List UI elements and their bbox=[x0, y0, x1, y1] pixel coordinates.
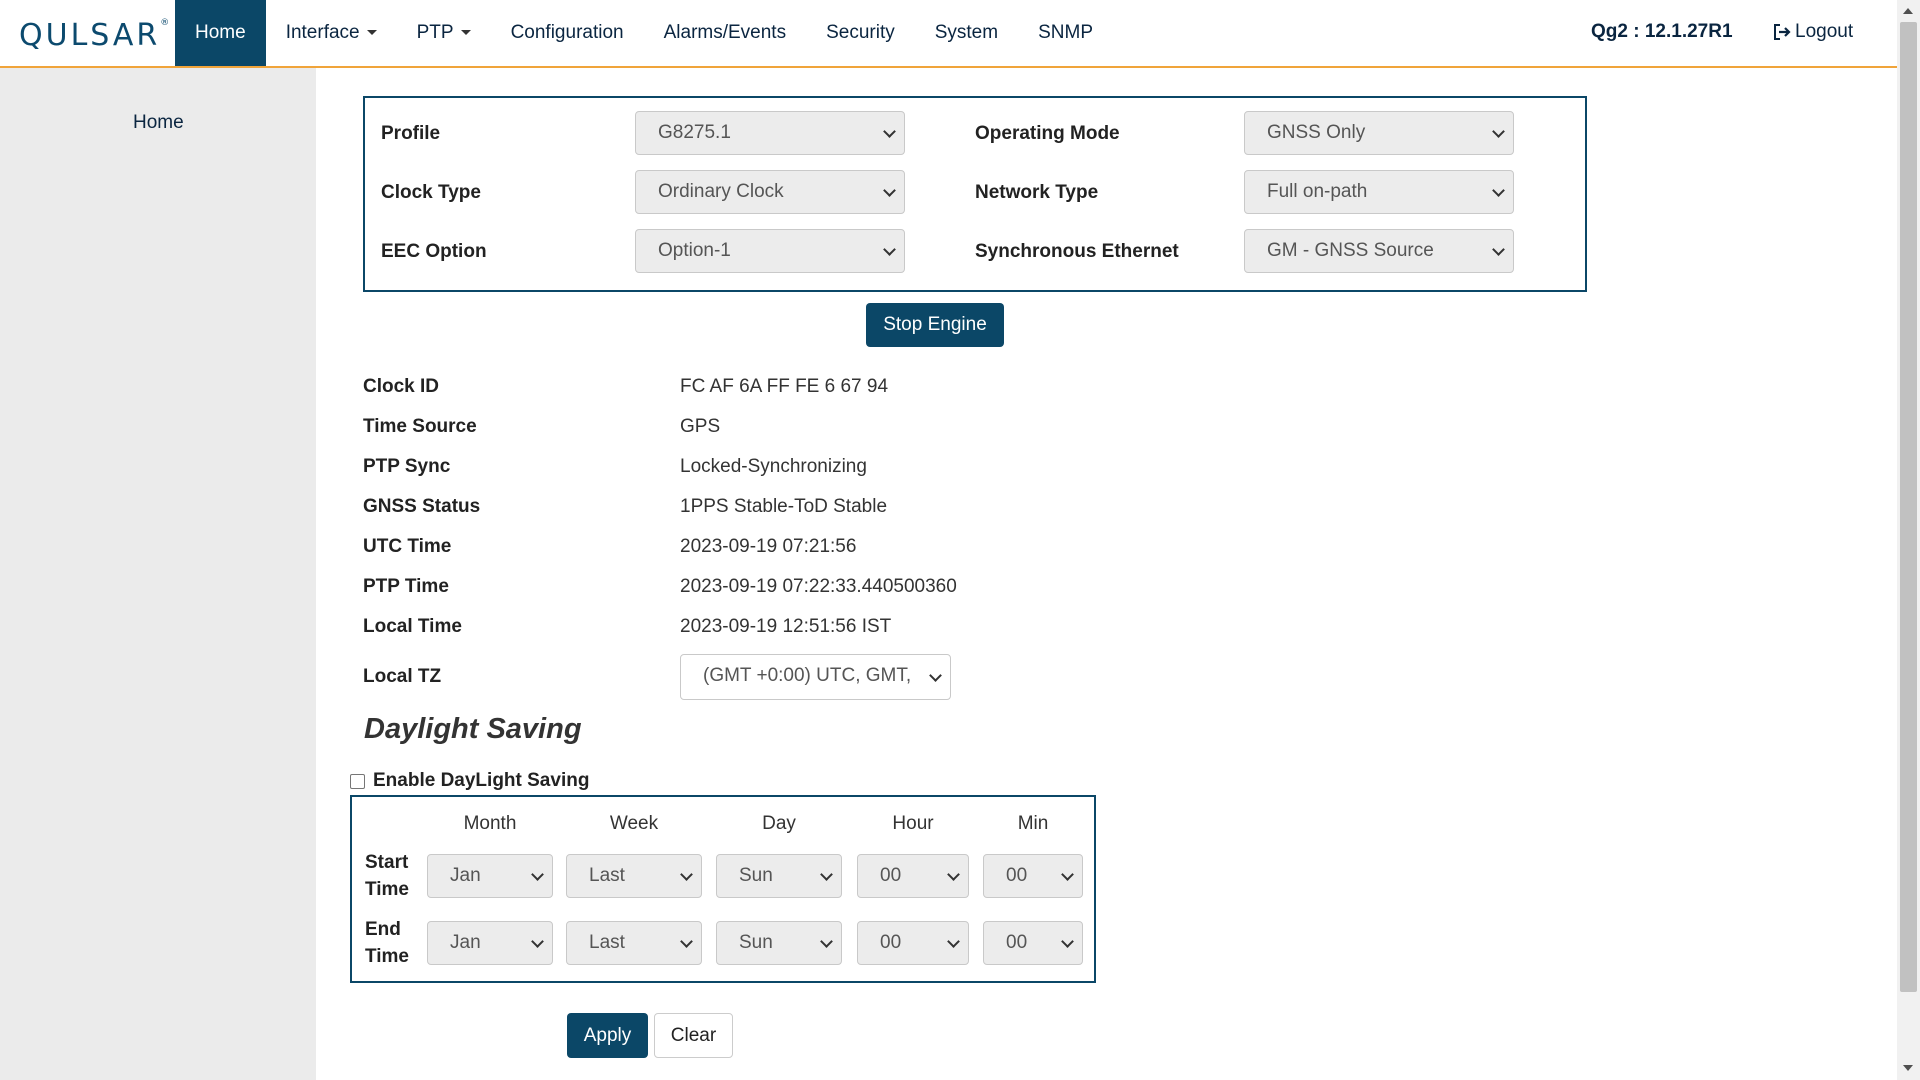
column-header-min: Min bbox=[1017, 813, 1049, 834]
chevron-down-icon bbox=[947, 935, 960, 948]
eec-option-select[interactable]: Option-1 bbox=[635, 229, 905, 273]
scroll-up-arrow-icon[interactable] bbox=[1903, 8, 1913, 14]
profile-select[interactable]: G8275.1 bbox=[635, 111, 905, 155]
nav-ptp[interactable]: PTP bbox=[397, 0, 491, 66]
end-week-select[interactable]: Last bbox=[566, 921, 702, 965]
end-min-select[interactable]: 00 bbox=[983, 921, 1083, 965]
enable-daylight-saving-label: Enable DayLight Saving bbox=[373, 770, 590, 791]
nav-home[interactable]: Home bbox=[175, 0, 266, 66]
chevron-down-icon bbox=[947, 868, 960, 881]
start-month-select[interactable]: Jan bbox=[427, 854, 553, 898]
daylight-saving-title: Daylight Saving bbox=[364, 713, 582, 745]
column-header-hour: Hour bbox=[892, 813, 934, 834]
start-week-select[interactable]: Last bbox=[566, 854, 702, 898]
qulsar-logo[interactable]: QULSAR® bbox=[19, 18, 169, 53]
logout-icon bbox=[1774, 24, 1791, 40]
nav-snmp[interactable]: SNMP bbox=[1018, 0, 1113, 66]
sidebar: Home bbox=[0, 68, 316, 1080]
enable-daylight-saving-checkbox[interactable] bbox=[350, 773, 365, 789]
chevron-down-icon bbox=[1492, 125, 1505, 138]
clock-id-value: FC AF 6A FF FE 6 67 94 bbox=[680, 376, 889, 397]
clock-type-select[interactable]: Ordinary Clock bbox=[635, 170, 905, 214]
page-scrollbar[interactable] bbox=[1897, 0, 1920, 1080]
local-tz-label: Local TZ bbox=[363, 666, 442, 687]
chevron-down-icon bbox=[1061, 935, 1074, 948]
chevron-down-icon bbox=[680, 868, 693, 881]
operating-mode-select[interactable]: GNSS Only bbox=[1244, 111, 1514, 155]
chevron-down-icon bbox=[929, 669, 942, 682]
clock-id-label: Clock ID bbox=[363, 376, 440, 397]
stop-engine-button[interactable]: Stop Engine bbox=[866, 303, 1004, 347]
end-day-select[interactable]: Sun bbox=[716, 921, 842, 965]
synchronous-ethernet-select[interactable]: GM - GNSS Source bbox=[1244, 229, 1514, 273]
caret-down-icon bbox=[460, 30, 471, 36]
profile-label: Profile bbox=[381, 123, 441, 144]
chevron-down-icon bbox=[883, 184, 896, 197]
scroll-down-arrow-icon[interactable] bbox=[1903, 1065, 1913, 1071]
apply-button[interactable]: Apply bbox=[567, 1013, 648, 1058]
chevron-down-icon bbox=[883, 125, 896, 138]
network-type-select[interactable]: Full on-path bbox=[1244, 170, 1514, 214]
clock-type-label: Clock Type bbox=[381, 182, 481, 203]
gnss-status-label: GNSS Status bbox=[363, 496, 481, 517]
caret-down-icon bbox=[366, 30, 377, 36]
start-day-select[interactable]: Sun bbox=[716, 854, 842, 898]
eec-option-label: EEC Option bbox=[381, 241, 487, 262]
ptp-sync-label: PTP Sync bbox=[363, 456, 451, 477]
operating-mode-label: Operating Mode bbox=[975, 123, 1120, 144]
time-source-label: Time Source bbox=[363, 416, 477, 437]
local-time-value: 2023-09-19 12:51:56 IST bbox=[680, 616, 892, 637]
end-time-label: End Time bbox=[365, 919, 410, 967]
nav-configuration[interactable]: Configuration bbox=[491, 0, 644, 66]
chevron-down-icon bbox=[531, 935, 544, 948]
nav-alarms-events[interactable]: Alarms/Events bbox=[644, 0, 806, 66]
ptp-time-value: 2023-09-19 07:22:33.440500360 bbox=[680, 576, 957, 597]
start-hour-select[interactable]: 00 bbox=[857, 854, 969, 898]
utc-time-value: 2023-09-19 07:21:56 bbox=[680, 536, 857, 557]
nav-system[interactable]: System bbox=[915, 0, 1018, 66]
nav-interface[interactable]: Interface bbox=[266, 0, 397, 66]
local-time-label: Local Time bbox=[363, 616, 462, 637]
gnss-status-value: 1PPS Stable-ToD Stable bbox=[680, 496, 888, 517]
chevron-down-icon bbox=[883, 243, 896, 256]
utc-time-label: UTC Time bbox=[363, 536, 452, 557]
firmware-version: Qg2 : 12.1.27R1 bbox=[1591, 21, 1733, 42]
column-header-month: Month bbox=[463, 813, 517, 834]
enable-daylight-saving-row: Enable DayLight Saving bbox=[350, 770, 589, 792]
chevron-down-icon bbox=[531, 868, 544, 881]
chevron-down-icon bbox=[820, 868, 833, 881]
ptp-time-label: PTP Time bbox=[363, 576, 449, 597]
end-month-select[interactable]: Jan bbox=[427, 921, 553, 965]
column-header-week: Week bbox=[609, 813, 659, 834]
start-time-label: Start Time bbox=[365, 852, 410, 900]
column-header-day: Day bbox=[762, 813, 796, 834]
main-nav: Home Interface PTP Configuration Alarms/… bbox=[175, 0, 1113, 66]
ptp-sync-value: Locked-Synchronizing bbox=[680, 456, 867, 477]
end-hour-select[interactable]: 00 bbox=[857, 921, 969, 965]
top-navbar: QULSAR® Home Interface PTP Configuration… bbox=[0, 0, 1897, 68]
chevron-down-icon bbox=[680, 935, 693, 948]
nav-security[interactable]: Security bbox=[806, 0, 915, 66]
start-min-select[interactable]: 00 bbox=[983, 854, 1083, 898]
sidebar-item-home[interactable]: Home bbox=[133, 112, 184, 134]
logout-link[interactable]: Logout bbox=[1772, 21, 1853, 43]
scrollbar-thumb[interactable] bbox=[1900, 22, 1917, 992]
local-tz-select[interactable]: (GMT +0:00) UTC, GMT, bbox=[680, 654, 951, 700]
chevron-down-icon bbox=[1492, 243, 1505, 256]
synchronous-ethernet-label: Synchronous Ethernet bbox=[975, 241, 1179, 262]
clear-button[interactable]: Clear bbox=[654, 1013, 733, 1058]
chevron-down-icon bbox=[1492, 184, 1505, 197]
time-source-value: GPS bbox=[680, 416, 721, 437]
network-type-label: Network Type bbox=[975, 182, 1099, 203]
chevron-down-icon bbox=[820, 935, 833, 948]
chevron-down-icon bbox=[1061, 868, 1074, 881]
